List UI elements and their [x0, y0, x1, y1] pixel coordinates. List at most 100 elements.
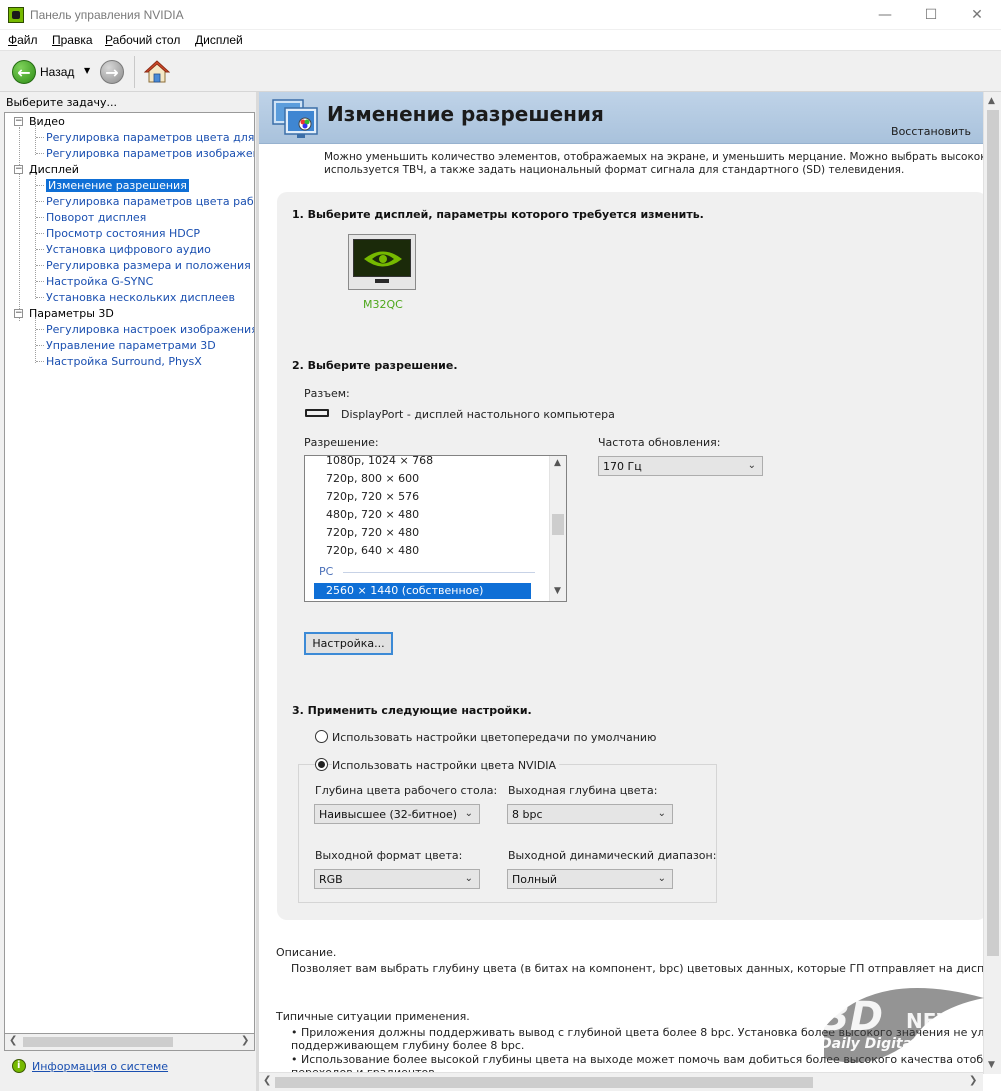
step2-heading: 2. Выберите разрешение. [292, 359, 458, 372]
menu-file[interactable]: Файл [8, 33, 38, 47]
desktop-depth-select[interactable]: Наивысшее (32-битное) ⌄ [314, 804, 480, 824]
minimize-button[interactable]: — [862, 0, 908, 30]
desktop-depth-label: Глубина цвета рабочего стола: [315, 784, 498, 797]
title-bar: Панель управления NVIDIA — ☐ ✕ [0, 0, 1001, 30]
description-text: Позволяет вам выбрать глубину цвета (в б… [291, 962, 1001, 975]
tree-group-3d[interactable]: Параметры 3D [29, 307, 114, 320]
tree-item-video-image[interactable]: Регулировка параметров изображения д [46, 147, 254, 160]
chevron-down-icon: ⌄ [464, 873, 473, 884]
content-horizontal-scrollbar[interactable]: ❮ ❯ [259, 1072, 983, 1091]
tree-item-digital-audio[interactable]: Установка цифрового аудио [46, 243, 211, 256]
task-panel: Выберите задачу... − Видео Регулировка п… [0, 92, 258, 1091]
scroll-right-icon[interactable]: ❯ [969, 1075, 977, 1086]
tree-item-desktop-color[interactable]: Регулировка параметров цвета рабочег [46, 195, 254, 208]
description-heading: Описание. [276, 946, 337, 959]
tree-horizontal-scrollbar[interactable]: ❮ ❯ [4, 1034, 255, 1051]
chevron-down-icon: ⌄ [657, 808, 666, 819]
step1-heading: 1. Выберите дисплей, параметры которого … [292, 208, 704, 221]
display-tile-m32qc[interactable] [348, 234, 416, 290]
tree-group-display[interactable]: Дисплей [29, 163, 79, 176]
scroll-left-icon[interactable]: ❮ [263, 1075, 271, 1086]
collapse-3d-icon[interactable]: − [14, 309, 23, 318]
refresh-rate-select[interactable]: 170 Гц ⌄ [598, 456, 763, 476]
radio-default-label[interactable]: Использовать настройки цветопередачи по … [332, 731, 656, 744]
back-dropdown-icon[interactable]: ▼ [84, 66, 90, 75]
list-item[interactable]: 720p, 720 × 576 [326, 490, 419, 503]
output-depth-value: 8 bpc [512, 808, 543, 821]
content-panel: Изменение разрешения Восстановить Можно … [259, 92, 1001, 1091]
tree-item-video-color[interactable]: Регулировка параметров цвета для вид [46, 131, 254, 144]
scroll-down-icon[interactable]: ▼ [554, 586, 561, 596]
list-item[interactable]: 480p, 720 × 480 [326, 508, 419, 521]
menu-edit[interactable]: Правка [52, 33, 93, 47]
list-scroll-thumb[interactable] [552, 514, 564, 535]
content-scroll-thumb[interactable] [987, 110, 999, 956]
list-group-divider [343, 572, 535, 573]
tree-group-video[interactable]: Видео [29, 115, 65, 128]
restore-link[interactable]: Восстановить [891, 125, 971, 138]
output-depth-select[interactable]: 8 bpc ⌄ [507, 804, 673, 824]
tree-item-gsync[interactable]: Настройка G-SYNC [46, 275, 153, 288]
scroll-down-icon[interactable]: ▼ [988, 1060, 995, 1070]
menu-desktop[interactable]: Рабочий стол [105, 33, 180, 47]
forward-arrow-icon[interactable]: → [100, 60, 124, 84]
dynamic-range-select[interactable]: Полный ⌄ [507, 869, 673, 889]
chevron-down-icon: ⌄ [747, 460, 756, 471]
system-info-label[interactable]: Информация о системе [32, 1060, 168, 1073]
back-button-label[interactable]: Назад [40, 65, 74, 79]
resolution-label: Разрешение: [304, 436, 379, 449]
list-item[interactable]: 720p, 640 × 480 [326, 544, 419, 557]
list-item[interactable]: 720p, 720 × 480 [326, 526, 419, 539]
info-icon [12, 1059, 26, 1073]
tree-item-rotate-display[interactable]: Поворот дисплея [46, 211, 146, 224]
tree-item-desktop-size[interactable]: Регулировка размера и положения рабо [46, 259, 254, 272]
tree-item-multiple-displays[interactable]: Установка нескольких дисплеев [46, 291, 235, 304]
tree-item-change-resolution[interactable]: Изменение разрешения [46, 179, 189, 192]
tree-item-hdcp-status[interactable]: Просмотр состояния HDCP [46, 227, 200, 240]
customize-button[interactable]: Настройка... [304, 632, 393, 655]
tree-item-3d-image[interactable]: Регулировка настроек изображения с пр [46, 323, 254, 336]
monitor-screen [353, 239, 411, 277]
refresh-rate-label: Частота обновления: [598, 436, 721, 449]
list-item[interactable]: 1080p, 1024 × 768 [326, 456, 433, 467]
connector-value: DisplayPort - дисплей настольного компью… [341, 408, 615, 421]
back-arrow-icon[interactable]: ← [12, 60, 36, 84]
output-format-label: Выходной формат цвета: [315, 849, 463, 862]
scroll-up-icon[interactable]: ▲ [988, 96, 995, 106]
menu-bar: Файл Правка Рабочий стол Дисплей [0, 30, 1001, 51]
monitor-name[interactable]: M32QC [363, 298, 403, 311]
collapse-video-icon[interactable]: − [14, 117, 23, 126]
radio-default-color[interactable] [315, 730, 328, 743]
scroll-up-icon[interactable]: ▲ [554, 458, 561, 468]
collapse-display-icon[interactable]: − [14, 165, 23, 174]
content-vertical-scrollbar[interactable]: ▲ ▼ [983, 92, 1001, 1074]
content-hscroll-thumb[interactable] [275, 1077, 813, 1088]
menu-display[interactable]: Дисплей [195, 33, 243, 47]
scroll-right-icon[interactable]: ❯ [241, 1035, 249, 1046]
intro-line-1: Можно уменьшить количество элементов, от… [324, 151, 1001, 163]
toolbar: ← Назад ▼ → [0, 52, 1001, 92]
maximize-button[interactable]: ☐ [908, 0, 954, 30]
list-item[interactable]: 720p, 800 × 600 [326, 472, 419, 485]
list-scrollbar[interactable]: ▲ ▼ [549, 456, 566, 601]
radio-nvidia-label[interactable]: Использовать настройки цвета NVIDIA [332, 759, 560, 772]
close-button[interactable]: ✕ [954, 0, 1000, 30]
list-item-selected[interactable]: 2560 × 1440 (собственное) [314, 583, 531, 599]
nvidia-app-icon [8, 7, 24, 23]
resolution-list[interactable]: 1080p, 1024 × 768 720p, 800 × 600 720p, … [304, 455, 567, 602]
chevron-down-icon: ⌄ [657, 873, 666, 884]
task-tree: − Видео Регулировка параметров цвета для… [4, 112, 255, 1034]
task-label: Выберите задачу... [6, 96, 118, 109]
tree-item-surround-physx[interactable]: Настройка Surround, PhysX [46, 355, 202, 368]
dynamic-range-label: Выходной динамический диапазон: [508, 849, 717, 862]
tree-item-3d-settings[interactable]: Управление параметрами 3D [46, 339, 216, 352]
intro-line-2: используется ТВЧ, а также задать национа… [324, 164, 905, 176]
home-icon[interactable] [144, 59, 170, 85]
system-info-link[interactable]: Информация о системе [12, 1059, 168, 1073]
scroll-thumb[interactable] [23, 1037, 173, 1047]
output-format-value: RGB [319, 873, 343, 886]
scroll-left-icon[interactable]: ❮ [9, 1035, 17, 1046]
output-format-select[interactable]: RGB ⌄ [314, 869, 480, 889]
desktop-depth-value: Наивысшее (32-битное) [319, 808, 458, 821]
radio-nvidia-color[interactable] [315, 758, 328, 771]
